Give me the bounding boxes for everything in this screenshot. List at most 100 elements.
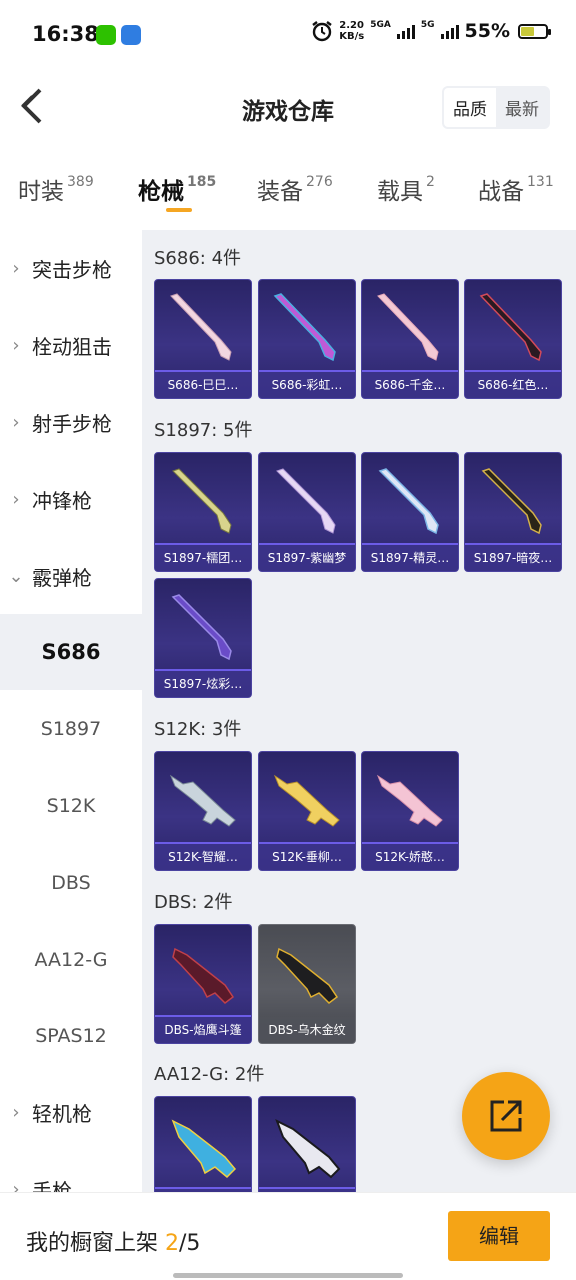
- sidebar-subitem-spas12[interactable]: SPAS12: [0, 998, 142, 1074]
- weapon-card[interactable]: S1897-精灵…: [361, 452, 459, 572]
- chevron-right-icon: ›: [12, 1178, 20, 1193]
- weapon-card[interactable]: S12K-娇憨…: [361, 751, 459, 871]
- chevron-right-icon: ›: [12, 257, 20, 279]
- showcase-label: 我的橱窗上架: [26, 1231, 165, 1256]
- net-type-2: 5G: [420, 20, 435, 30]
- tab-label: 装备: [257, 179, 303, 205]
- sidebar-item-pistol[interactable]: › 手枪: [0, 1151, 142, 1193]
- status-right: 2.20 KB/s 5GA 5G 55%: [311, 20, 551, 42]
- sidebar-item-marksman[interactable]: › 射手步枪: [0, 384, 142, 460]
- shotgun-icon: [172, 468, 232, 534]
- sort-latest-button[interactable]: 最新: [496, 88, 548, 127]
- weapon-card[interactable]: S686-千金…: [361, 279, 459, 399]
- tab-label: 载具: [377, 179, 423, 205]
- weapon-card-label: S686-巳巳…: [155, 372, 251, 398]
- shotgun-icon: [172, 947, 235, 1004]
- weapon-card[interactable]: S12K-智耀…: [154, 751, 252, 871]
- rifle-icon: [169, 774, 236, 827]
- chevron-right-icon: ›: [12, 334, 20, 356]
- chevron-down-icon: ⌄: [8, 565, 24, 587]
- weapon-card[interactable]: S1897-暗夜…: [464, 452, 562, 572]
- speed-unit: KB/s: [339, 31, 365, 42]
- sidebar-item-lmg[interactable]: › 轻机枪: [0, 1074, 142, 1150]
- tab-active-indicator: [166, 208, 192, 212]
- weapon-card-label: S1897-暗夜…: [465, 545, 561, 571]
- weapon-card[interactable]: S686-红色…: [464, 279, 562, 399]
- network-speed: 2.20 KB/s: [339, 20, 364, 42]
- group-title-s686: S686: 4件: [154, 248, 242, 269]
- share-button[interactable]: [462, 1072, 550, 1160]
- sidebar: › 突击步枪 › 栓动狙击 › 射手步枪 › 冲锋枪 ⌄ 霰弹枪 S686 S1897 S…: [0, 230, 142, 1192]
- shotgun-icon: [479, 293, 542, 362]
- tab-supplies[interactable]: 战备 131: [478, 172, 554, 206]
- sidebar-subitem-dbs[interactable]: DBS: [0, 845, 142, 921]
- sidebar-item-bolt-sniper[interactable]: › 栓动狙击: [0, 307, 142, 383]
- hotspot-icon: [121, 25, 141, 45]
- group-title-aa12g: AA12-G: 2件: [154, 1064, 265, 1085]
- weapon-card[interactable]: S12K-垂柳…: [258, 751, 356, 871]
- status-time: 16:38: [32, 22, 99, 46]
- home-indicator[interactable]: [173, 1273, 403, 1278]
- sidebar-subitem-s686[interactable]: S686: [0, 614, 142, 690]
- showcase-total: /5: [179, 1231, 201, 1256]
- tab-count: 389: [67, 174, 94, 190]
- tab-vehicles[interactable]: 载具 2: [377, 172, 435, 206]
- bottom-bar: 我的橱窗上架 2/5 编辑: [0, 1192, 576, 1280]
- sidebar-subitem-aa12g[interactable]: AA12-G: [0, 922, 142, 998]
- sidebar-item-label: 手枪: [32, 1178, 72, 1193]
- weapon-card[interactable]: DBS-焰鹰斗篷: [154, 924, 252, 1044]
- weapon-card-label: DBS-焰鹰斗篷: [155, 1017, 251, 1043]
- category-tabs: 时装 389 枪械 185 装备 276 载具 2 战备 131: [0, 160, 576, 228]
- shotgun-icon: [171, 594, 232, 661]
- group-title-dbs: DBS: 2件: [154, 892, 233, 913]
- weapon-card-label: S686-千金…: [362, 372, 458, 398]
- weapon-card-label: S1897-紫幽梦: [259, 545, 355, 571]
- sidebar-subitem-s12k[interactable]: S12K: [0, 768, 142, 844]
- shotgun-icon: [378, 468, 439, 535]
- tab-label: 时装: [18, 179, 64, 205]
- sort-toggle: 品质 最新: [442, 86, 550, 129]
- shotgun-icon: [276, 947, 339, 1004]
- shotgun-icon: [481, 468, 542, 535]
- sidebar-subitem-s1897[interactable]: S1897: [0, 691, 142, 767]
- wechat-icon: [96, 25, 116, 45]
- edit-button[interactable]: 编辑: [448, 1211, 550, 1261]
- back-button[interactable]: [18, 86, 48, 126]
- chevron-right-icon: ›: [12, 411, 20, 433]
- weapon-card-label: S686-彩虹…: [259, 372, 355, 398]
- share-icon: [490, 1100, 522, 1132]
- shotgun-icon: [273, 293, 336, 362]
- weapon-card[interactable]: S1897-炫彩…: [154, 578, 252, 698]
- chevron-right-icon: ›: [12, 1101, 20, 1123]
- group-title-s1897: S1897: 5件: [154, 420, 253, 441]
- rifle-icon: [376, 774, 443, 827]
- tab-fashion[interactable]: 时装 389: [18, 172, 94, 206]
- sidebar-item-smg[interactable]: › 冲锋枪: [0, 461, 142, 537]
- sidebar-item-shotgun[interactable]: ⌄ 霰弹枪: [0, 538, 142, 614]
- rifle-icon: [273, 774, 340, 827]
- weapon-card[interactable]: [154, 1096, 252, 1192]
- weapon-card[interactable]: S1897-糯团…: [154, 452, 252, 572]
- net-type-1: 5GA: [370, 20, 391, 30]
- weapon-card[interactable]: S686-彩虹…: [258, 279, 356, 399]
- group-title-s12k: S12K: 3件: [154, 719, 242, 740]
- sidebar-item-label: 霰弹枪: [32, 565, 92, 590]
- weapon-card-label: S1897-糯团…: [155, 545, 251, 571]
- signal-icon-1: [396, 23, 415, 39]
- sidebar-item-assault-rifle[interactable]: › 突击步枪: [0, 230, 142, 306]
- sort-quality-button[interactable]: 品质: [444, 88, 496, 127]
- chevron-left-icon: [21, 88, 42, 124]
- weapon-card-label: S686-红色…: [465, 372, 561, 398]
- weapon-list: S686: 4件 S686-巳巳… S686-彩虹… S686-千金… S686…: [142, 230, 576, 1192]
- tab-equipment[interactable]: 装备 276: [257, 172, 333, 206]
- shotgun-icon: [377, 293, 439, 361]
- shotgun-icon: [171, 1119, 237, 1179]
- sidebar-item-label: 射手步枪: [32, 411, 112, 436]
- sidebar-item-label: 轻机枪: [32, 1101, 92, 1126]
- weapon-card[interactable]: S1897-紫幽梦: [258, 452, 356, 572]
- alarm-icon: [312, 21, 332, 42]
- weapon-card[interactable]: S686-巳巳…: [154, 279, 252, 399]
- weapon-card[interactable]: DBS-乌木金纹: [258, 924, 356, 1044]
- tab-firearms[interactable]: 枪械 185: [138, 172, 216, 206]
- weapon-card[interactable]: [258, 1096, 356, 1192]
